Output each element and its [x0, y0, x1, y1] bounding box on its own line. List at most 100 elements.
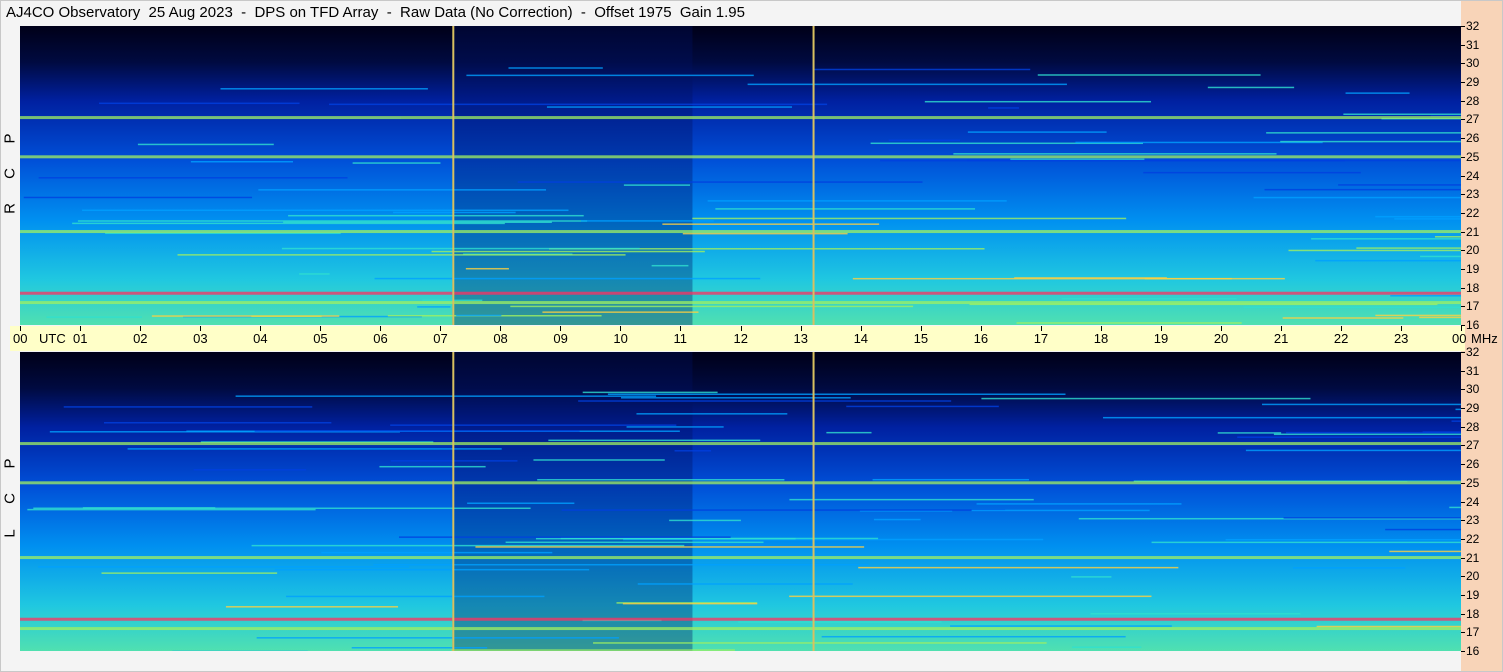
x-tick-label: 17 — [1033, 331, 1049, 346]
x-tick-label: 08 — [493, 331, 508, 346]
x-tick-label: 14 — [853, 331, 869, 346]
rfi-line — [274, 568, 590, 571]
rfi-line — [23, 196, 253, 199]
rfi-line — [451, 649, 735, 651]
rfi-line — [813, 68, 1031, 71]
rfi-line — [251, 544, 685, 547]
rfi-line — [286, 595, 545, 598]
x-tick-label: 07 — [433, 331, 448, 346]
rfi-line — [1143, 171, 1361, 174]
strong-band — [20, 442, 1461, 446]
rfi-line — [537, 479, 785, 481]
rfi-line — [104, 422, 332, 424]
y-tick — [1461, 594, 1465, 596]
rfi-line — [1389, 550, 1461, 553]
rfi-line — [561, 509, 1006, 511]
rfi-line — [578, 400, 952, 402]
rfi-line — [1037, 74, 1261, 76]
rcp-letter-r: P — [1, 133, 19, 144]
rfi-line — [299, 273, 330, 275]
y-tick — [1461, 501, 1465, 503]
x-tick-label: 00 — [1452, 331, 1467, 346]
y-tick — [1461, 389, 1465, 391]
spectrogram-background — [20, 26, 1461, 325]
rfi-line — [1217, 432, 1282, 434]
rfi-line — [1264, 188, 1461, 191]
rfi-line — [190, 160, 294, 163]
rfi-line — [256, 637, 619, 639]
x-tick-label: 00 — [13, 331, 28, 346]
y-tick — [1461, 557, 1465, 559]
y-tick — [1461, 408, 1465, 410]
strong-band — [20, 116, 1461, 120]
rfi-line — [1345, 92, 1410, 94]
y-tick-label: 22 — [1466, 205, 1480, 220]
rcp-spectrogram-svg — [20, 26, 1461, 325]
rfi-line — [38, 566, 410, 568]
lcp-letter-p: P — [1, 458, 19, 469]
strong-band — [20, 230, 1461, 234]
y-tick — [1461, 44, 1465, 46]
y-tick — [1461, 352, 1465, 353]
rfi-line — [1293, 567, 1406, 569]
rfi-line — [1280, 140, 1461, 143]
rfi-line — [1090, 612, 1301, 615]
rfi-line — [1237, 436, 1461, 438]
y-tick — [1461, 231, 1465, 233]
y-tick — [1461, 482, 1465, 484]
x-tick-label: 21 — [1273, 331, 1289, 346]
x-tick-label: 19 — [1153, 331, 1169, 346]
y-tick — [1461, 82, 1465, 84]
x-unit-label: UTC — [39, 331, 66, 346]
y-tick — [1461, 613, 1465, 615]
rfi-line — [621, 397, 851, 399]
y-tick-label: 26 — [1466, 131, 1480, 146]
time-marker — [452, 352, 455, 651]
rfi-line — [1315, 259, 1461, 262]
rfi-line — [373, 563, 869, 566]
rfi-line — [789, 498, 1034, 501]
x-tick-label: 22 — [1333, 331, 1349, 346]
rfi-line — [288, 214, 584, 217]
x-tick-label: 05 — [313, 331, 328, 346]
rfi-line — [465, 267, 509, 270]
x-tick-label: 12 — [733, 331, 748, 346]
rfi-line — [738, 621, 942, 623]
rfi-line — [1072, 646, 1142, 648]
rfi-line — [542, 311, 699, 313]
x-tick-label: 02 — [133, 331, 148, 346]
lcp-letter-l: L — [1, 529, 19, 538]
rfi-line — [607, 393, 1066, 396]
y-tick — [1461, 520, 1465, 522]
rcp-spectrogram — [20, 26, 1461, 325]
lcp-label: P C L — [0, 455, 20, 565]
lcp-letter-c: C — [1, 493, 19, 504]
rfi-line — [967, 131, 1107, 133]
rfi-line — [422, 299, 483, 302]
x-tick-label: 04 — [253, 331, 268, 346]
rfi-line — [1061, 297, 1237, 300]
y-unit-label: MHz — [1471, 331, 1498, 346]
y-tick-label: 21 — [1466, 550, 1480, 565]
rfi-line — [99, 102, 300, 105]
rfi-line — [329, 103, 828, 106]
rfi-line — [1243, 306, 1461, 309]
x-tick-label: 06 — [373, 331, 388, 346]
rfi-line — [1266, 132, 1461, 134]
x-tick-label: 23 — [1393, 331, 1409, 346]
rfi-line — [821, 635, 1126, 638]
rfi-line — [967, 159, 1460, 162]
rfi-line — [852, 277, 1285, 280]
y-tick-label: 31 — [1466, 37, 1480, 52]
rfi-line — [77, 220, 588, 222]
rfi-line — [1356, 247, 1461, 249]
rfi-line — [581, 220, 714, 222]
y-tick-label: 16 — [1466, 318, 1480, 332]
rfi-line — [1103, 416, 1461, 419]
rfi-line — [46, 316, 142, 318]
rfi-line — [351, 647, 488, 649]
rfi-line — [674, 450, 712, 452]
rfi-line — [1390, 295, 1461, 297]
rfi-line — [1253, 196, 1461, 199]
y-tick-label: 23 — [1466, 187, 1480, 202]
